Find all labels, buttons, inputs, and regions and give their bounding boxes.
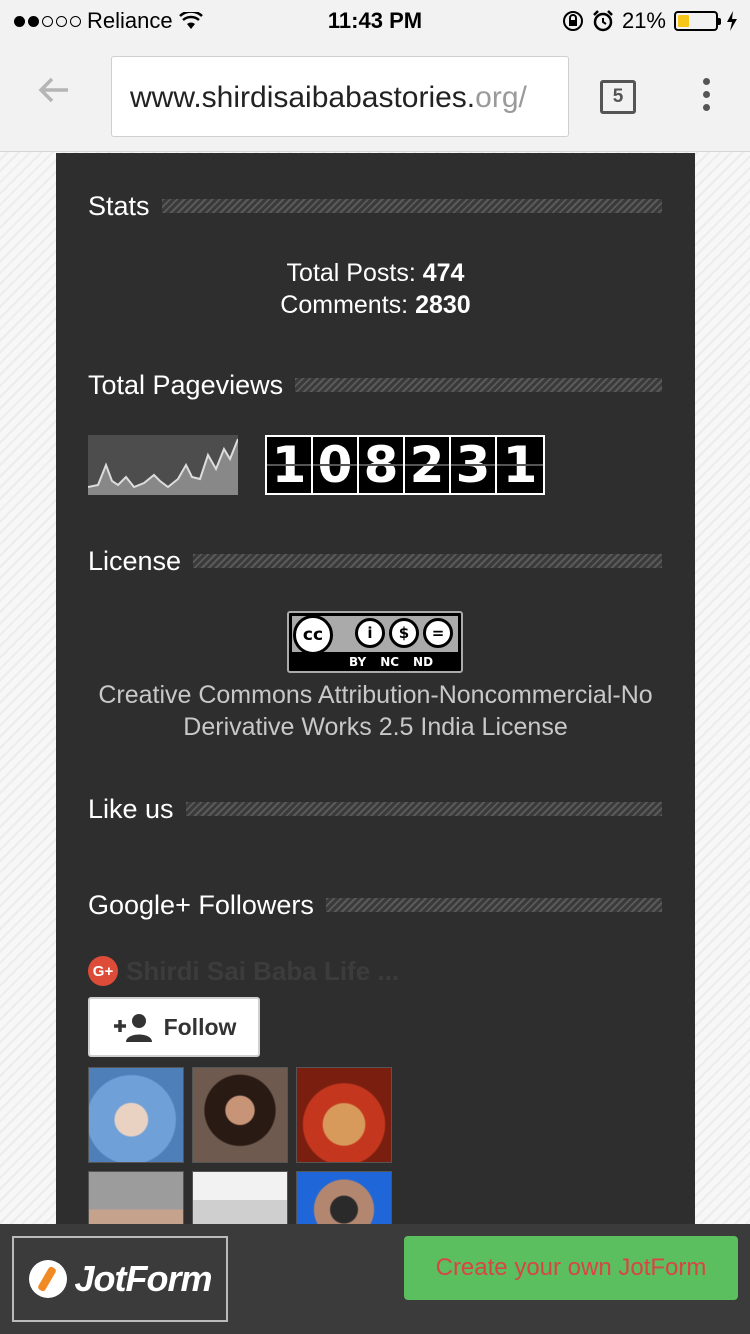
cc-badge-labels: BY NC ND (349, 655, 433, 669)
heading-divider (295, 378, 662, 392)
stats-title: Stats (88, 190, 150, 221)
counter-digit: 3 (451, 437, 497, 493)
follower-avatar[interactable] (192, 1171, 288, 1224)
gplus-title: Google+ Followers (88, 889, 314, 920)
badge-label-by: BY (349, 655, 367, 669)
rotation-lock-icon (562, 11, 583, 31)
counter-digit: 0 (313, 437, 359, 493)
google-plus-icon: G+ (88, 956, 118, 986)
heading-divider (185, 802, 662, 816)
jotform-logo[interactable]: JotForm (12, 1236, 228, 1322)
license-heading: License (88, 544, 662, 578)
heading-divider (193, 554, 662, 568)
pageviews-sparkline (87, 435, 239, 495)
jotform-logo-text: JotForm (74, 1258, 213, 1299)
comments-row: Comments: 2830 (56, 289, 695, 321)
total-posts-row: Total Posts: 474 (56, 257, 695, 289)
gplus-page-name[interactable]: Shirdi Sai Baba Life ... (126, 956, 399, 987)
battery-percent: 21% (621, 8, 666, 33)
noderivatives-icon: = (423, 618, 453, 648)
url-bar[interactable]: www.shirdisaibabastories.org/ (111, 56, 569, 137)
counter-digit: 1 (497, 437, 543, 493)
follower-avatars (88, 1067, 392, 1224)
battery-icon (674, 11, 721, 31)
gplus-page-row: G+ Shirdi Sai Baba Life ... (88, 956, 399, 986)
pageviews-title: Total Pageviews (88, 369, 284, 400)
badge-label-nc: NC (380, 655, 400, 669)
cc-license-badge[interactable]: cc i $ = BY NC ND (287, 611, 463, 673)
cc-icon: cc (293, 615, 333, 655)
overflow-menu-icon[interactable] (700, 78, 712, 111)
create-jotform-button[interactable]: Create your own JotForm (404, 1236, 738, 1300)
pageview-counter: 1 0 8 2 3 1 (265, 435, 545, 495)
counter-digit: 8 (359, 437, 405, 493)
charging-icon (727, 11, 737, 31)
follow-button[interactable]: Follow (88, 997, 260, 1057)
like-us-heading: Like us (88, 792, 662, 826)
status-bar: Reliance 11:43 PM 21% (0, 0, 750, 42)
stats-heading: Stats (88, 189, 662, 223)
gplus-heading: Google+ Followers (88, 888, 662, 922)
stats-block: Total Posts: 474 Comments: 2830 (56, 257, 695, 321)
follower-avatar[interactable] (88, 1067, 184, 1163)
pageviews-heading: Total Pageviews (88, 368, 662, 402)
jotform-banner: JotForm Create your own JotForm (0, 1224, 750, 1334)
noncommercial-icon: $ (389, 618, 419, 648)
sidebar-panel: Stats Total Posts: 474 Comments: 2830 To… (56, 153, 695, 1224)
license-title: License (88, 545, 182, 576)
counter-digit: 2 (405, 437, 451, 493)
add-person-icon (113, 1014, 152, 1042)
counter-digit: 1 (267, 437, 313, 493)
url-tail: org/ (475, 81, 527, 114)
tab-switcher-button[interactable]: 5 (600, 80, 636, 114)
heading-divider (161, 199, 662, 213)
follow-label: Follow (163, 1013, 237, 1040)
license-link[interactable]: Creative Commons Attribution-Noncommerci… (76, 679, 675, 743)
url-main: www.shirdisaibabastories. (130, 81, 476, 114)
badge-label-nd: ND (413, 655, 434, 669)
follower-avatar[interactable] (192, 1067, 288, 1163)
follower-avatar[interactable] (296, 1067, 392, 1163)
attribution-icon: i (355, 618, 385, 648)
browser-toolbar: www.shirdisaibabastories.org/ 5 (0, 42, 750, 152)
jotform-logo-icon (28, 1260, 67, 1298)
like-us-title: Like us (88, 793, 174, 824)
follower-avatar[interactable] (296, 1171, 392, 1224)
heading-divider (325, 898, 662, 912)
comments-value: 2830 (415, 291, 471, 319)
status-right: 21% (562, 8, 738, 34)
comments-label: Comments: (280, 291, 409, 319)
total-posts-label: Total Posts: (286, 259, 416, 287)
follower-avatar[interactable] (88, 1171, 184, 1224)
back-arrow-icon[interactable] (36, 72, 76, 112)
alarm-icon (593, 10, 613, 32)
total-posts-value: 474 (422, 259, 465, 287)
